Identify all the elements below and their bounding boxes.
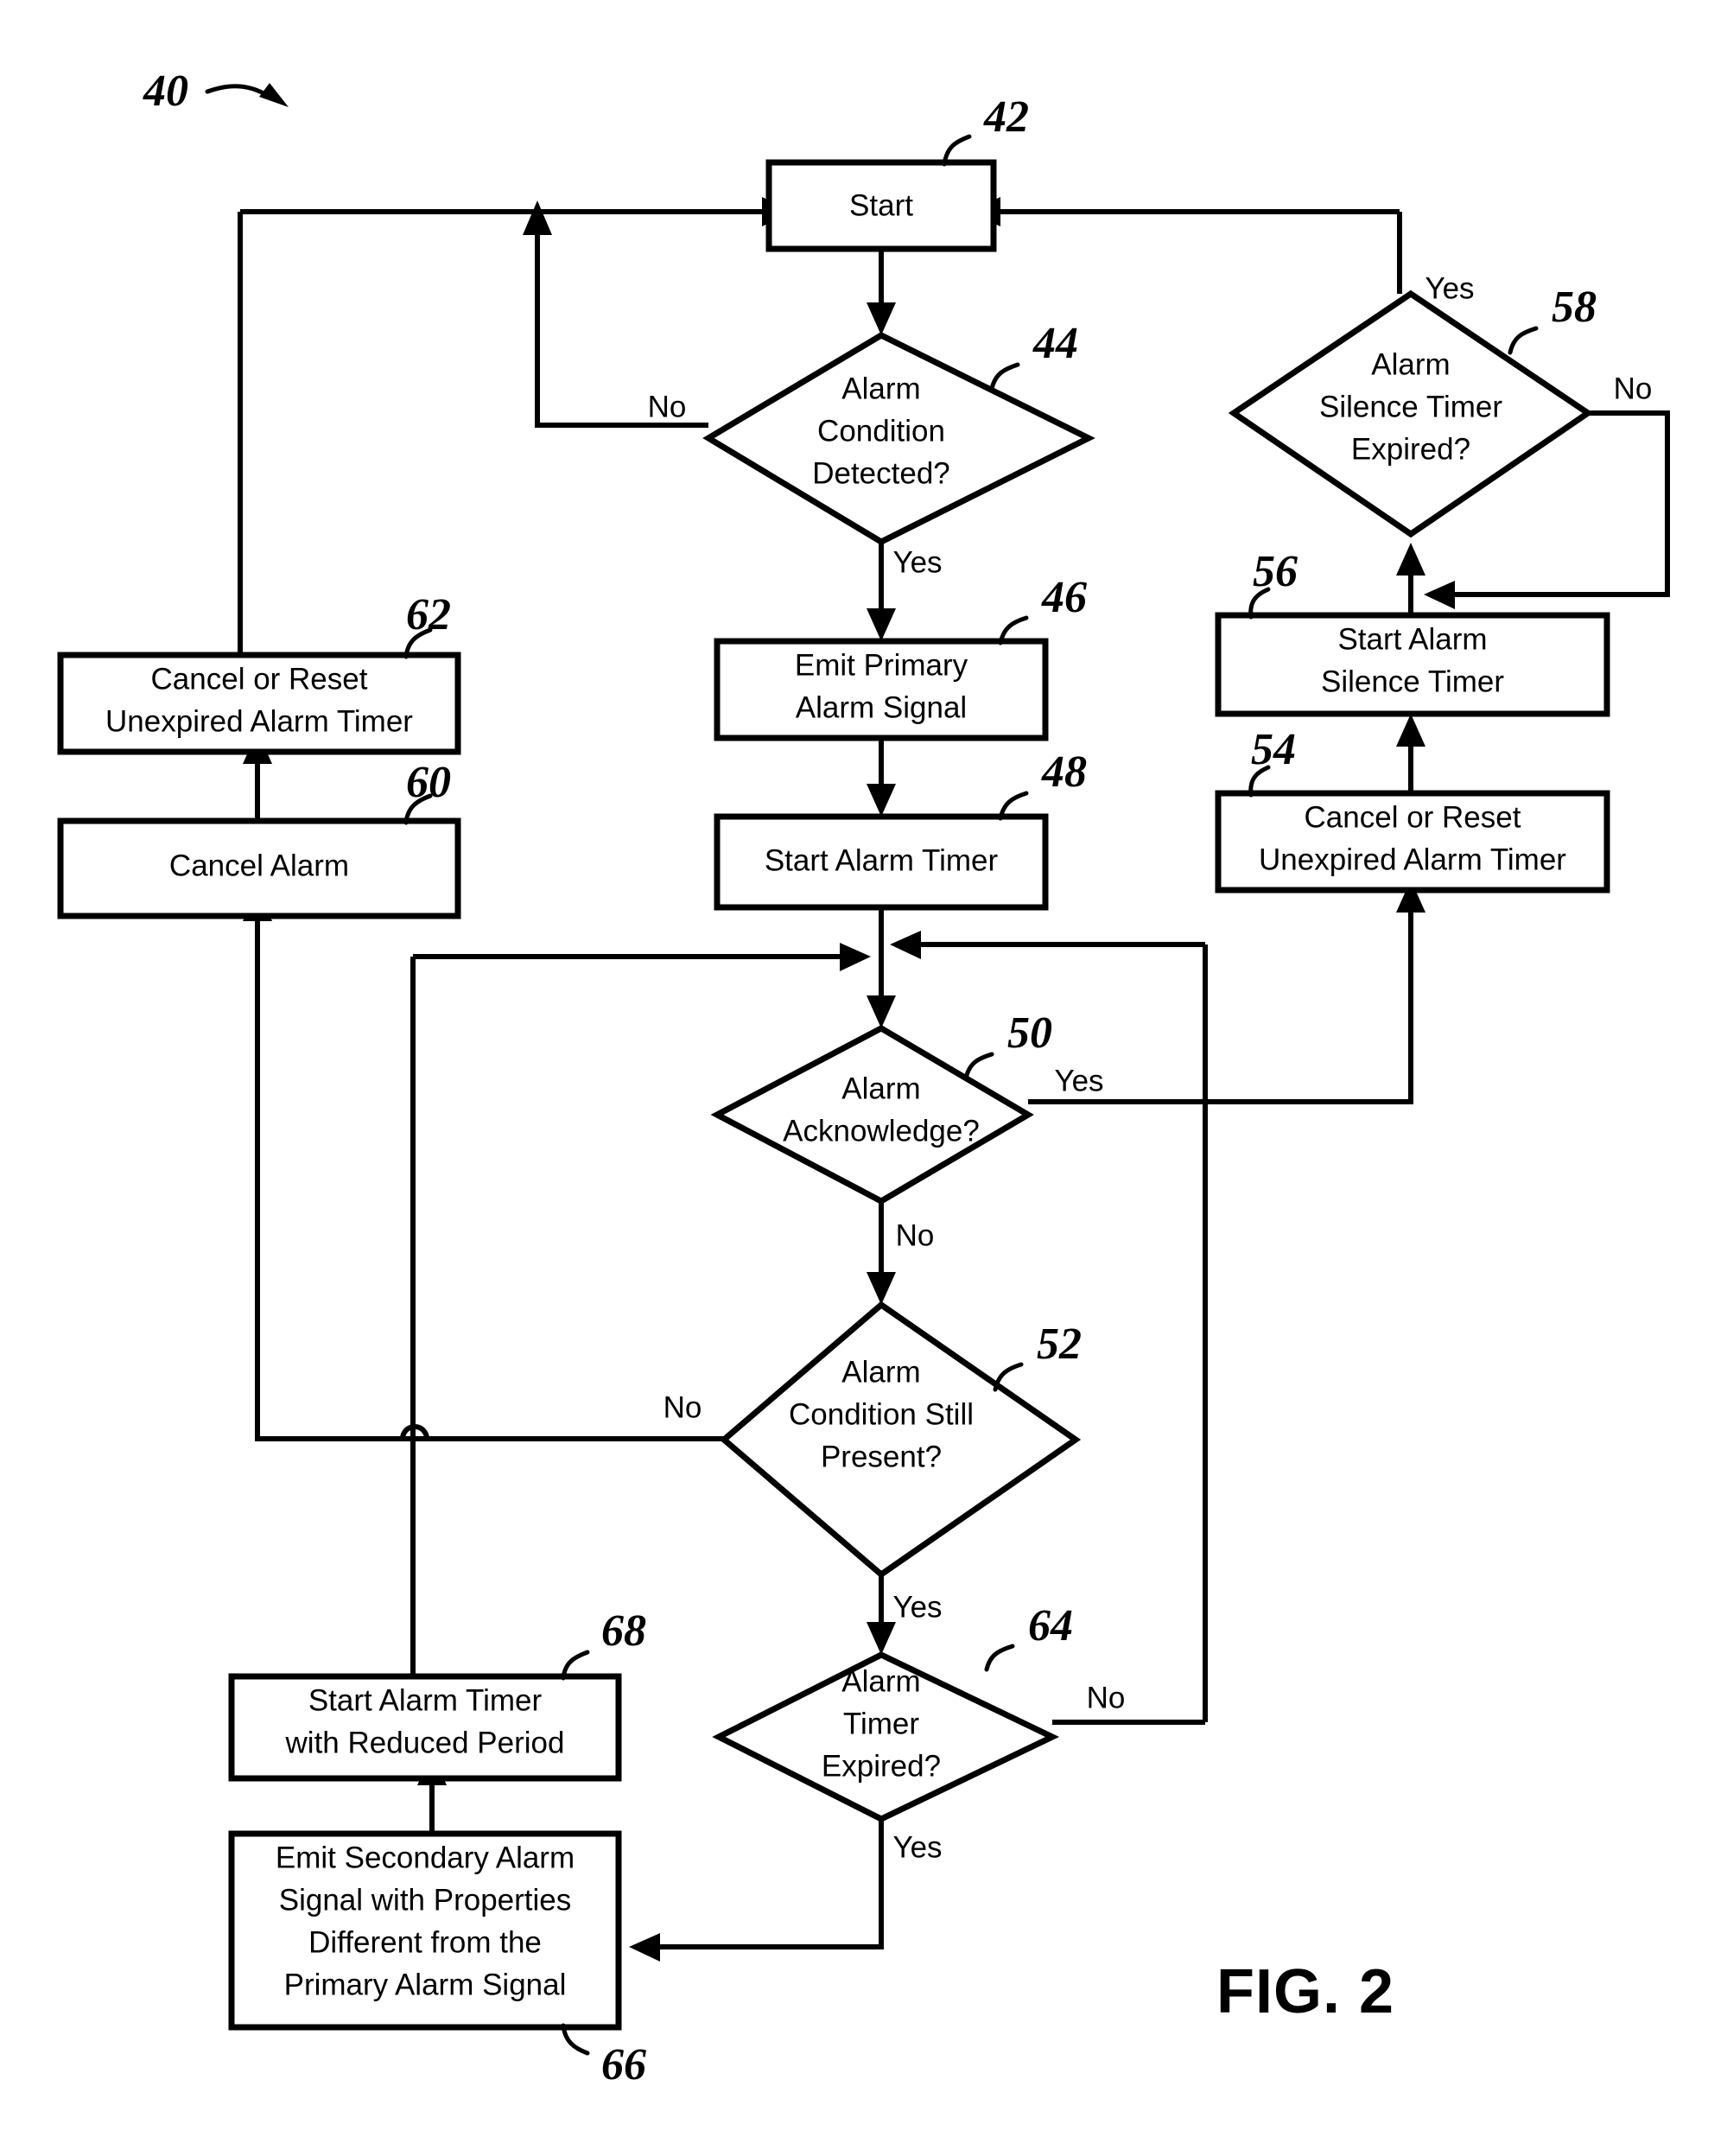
node-58-line3: Expired? (1351, 432, 1470, 466)
leader-58 (1508, 326, 1539, 355)
branch-label-50-yes: Yes (1054, 1064, 1103, 1097)
branch-label-44-no: No (648, 390, 687, 423)
branch-label-64-yes: Yes (892, 1830, 942, 1864)
node-66-line2: Signal with Properties (279, 1883, 572, 1917)
ref-number-60: 60 (406, 758, 451, 807)
arrowhead-54-56 (1396, 714, 1425, 747)
leader-40-curve (205, 84, 272, 99)
node-44-line3: Detected? (812, 456, 950, 490)
node-66-line3: Different from the (308, 1925, 542, 1959)
node-42-label: Start (849, 188, 913, 222)
arrowhead-68-return (840, 943, 871, 971)
node-64-line2: Timer (843, 1707, 919, 1740)
patent-figure: Start 42 Alarm Condition Detected? 44 No… (0, 0, 1727, 2156)
node-44-line1: Alarm (841, 372, 920, 405)
branch-label-52-yes: Yes (892, 1590, 942, 1624)
node-54-line1: Cancel or Reset (1305, 800, 1521, 834)
node-58-line1: Alarm (1371, 347, 1450, 381)
node-46-line2: Alarm Signal (796, 690, 967, 724)
ref-number-46: 46 (1041, 573, 1087, 622)
ref-number-54: 54 (1251, 725, 1296, 774)
ref-number-50: 50 (1007, 1008, 1052, 1058)
ref-number-48: 48 (1041, 747, 1087, 797)
node-60-line1: Cancel Alarm (169, 849, 349, 882)
arrowhead-44-46 (867, 608, 896, 641)
node-48-start-alarm-timer[interactable]: Start Alarm Timer 48 (714, 747, 1087, 911)
node-56-line1: Start Alarm (1337, 622, 1487, 656)
ref-number-52: 52 (1037, 1320, 1082, 1369)
node-42-start[interactable]: Start 42 (765, 92, 1029, 252)
arrowhead-40 (259, 83, 289, 107)
arrowhead-56-58 (1396, 543, 1425, 576)
branch-label-58-yes: Yes (1425, 271, 1474, 305)
ref-number-44: 44 (1032, 319, 1078, 368)
ref-number-58: 58 (1552, 283, 1597, 332)
node-68-line2: with Reduced Period (285, 1726, 565, 1759)
ref-number-68: 68 (601, 1606, 646, 1656)
node-44-alarm-condition-detected[interactable]: Alarm Condition Detected? 44 No Yes (648, 319, 1095, 579)
branch-label-52-no: No (663, 1390, 702, 1424)
node-44-line2: Condition (817, 414, 945, 448)
leader-50 (963, 1052, 994, 1081)
node-66-line1: Emit Secondary Alarm (276, 1841, 575, 1874)
arrowhead-64no-return (890, 931, 921, 959)
edge-52-no-to-60 (255, 916, 724, 1441)
ref-number-64: 64 (1028, 1601, 1073, 1650)
node-68-line1: Start Alarm Timer (308, 1683, 543, 1717)
arrowhead-58no-loop (1424, 581, 1455, 609)
node-52-line2: Condition Still (789, 1397, 974, 1431)
node-62-cancel-or-reset-unexpired-alarm-timer[interactable]: Cancel or Reset Unexpired Alarm Timer 62 (57, 590, 461, 755)
node-50-line1: Alarm (841, 1072, 920, 1105)
ref-number-56: 56 (1253, 547, 1298, 596)
edge-64-yes-to-66 (657, 1819, 884, 1949)
arrowhead-64yes-66 (629, 1933, 660, 1962)
node-58-alarm-silence-timer-expired[interactable]: Alarm Silence Timer Expired? 58 Yes No (1228, 271, 1653, 538)
branch-label-44-yes: Yes (892, 545, 942, 579)
node-62-line2: Unexpired Alarm Timer (105, 704, 413, 738)
node-58-line2: Silence Timer (1319, 390, 1502, 423)
figure-caption: FIG. 2 (1216, 1957, 1394, 2026)
node-52-line1: Alarm (841, 1355, 920, 1389)
branch-label-50-no: No (896, 1218, 935, 1252)
branch-label-64-no: No (1087, 1681, 1126, 1714)
node-56-line2: Silence Timer (1321, 665, 1504, 698)
arrowhead-52-64 (867, 1622, 896, 1655)
arrowhead-48-50 (867, 995, 896, 1028)
node-52-line3: Present? (821, 1440, 942, 1473)
node-50-alarm-acknowledge[interactable]: Alarm Acknowledge? 50 Yes No (710, 1008, 1104, 1252)
node-48-line1: Start Alarm Timer (765, 843, 999, 877)
node-64-line3: Expired? (822, 1749, 941, 1783)
node-46-line1: Emit Primary (795, 648, 968, 682)
figure-reference-40: 40 (143, 67, 289, 116)
node-62-line1: Cancel or Reset (151, 662, 368, 696)
node-68-start-alarm-timer-reduced-period[interactable]: Start Alarm Timer with Reduced Period 68 (228, 1606, 646, 1782)
node-66-emit-secondary-alarm-signal[interactable]: Emit Secondary Alarm Signal with Propert… (228, 1830, 646, 2089)
node-50-line2: Acknowledge? (783, 1114, 980, 1148)
node-52-alarm-condition-still-present[interactable]: Alarm Condition Still Present? 52 No Yes (663, 1301, 1082, 1624)
node-46-emit-primary-alarm-signal[interactable]: Emit Primary Alarm Signal 46 (714, 573, 1087, 741)
node-54-line2: Unexpired Alarm Timer (1259, 843, 1566, 876)
ref-number-42: 42 (983, 92, 1029, 142)
arrowhead-46-48 (867, 784, 896, 817)
flowchart-canvas: Start 42 Alarm Condition Detected? 44 No… (57, 67, 1670, 2089)
ref-number-62: 62 (406, 590, 451, 639)
arrowhead-42-44 (867, 302, 896, 335)
leader-44 (989, 362, 1020, 391)
node-64-line1: Alarm (841, 1664, 920, 1698)
node-64-alarm-timer-expired[interactable]: Alarm Timer Expired? 64 No Yes (712, 1601, 1126, 1864)
ref-number-66: 66 (601, 2040, 646, 2089)
arrowhead-44-no-up (523, 200, 552, 235)
ref-number-40: 40 (143, 67, 188, 116)
branch-label-58-no: No (1614, 372, 1653, 405)
node-66-line4: Primary Alarm Signal (284, 1968, 567, 2001)
leader-64 (984, 1644, 1015, 1672)
arrowhead-50-52 (867, 1272, 896, 1305)
